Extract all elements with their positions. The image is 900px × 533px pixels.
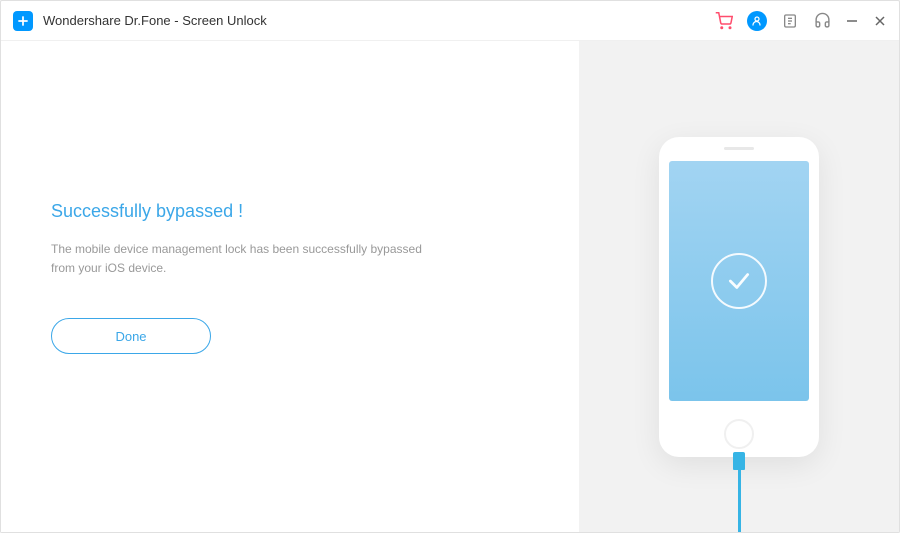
app-window: Wondershare Dr.Fone - Screen Unlock (0, 0, 900, 533)
status-description: The mobile device management lock has be… (51, 240, 431, 278)
status-heading: Successfully bypassed ! (51, 201, 529, 222)
titlebar-actions (715, 11, 887, 31)
user-icon[interactable] (747, 11, 767, 31)
done-button-label: Done (115, 329, 146, 344)
minimize-button[interactable] (845, 14, 859, 28)
content-area: Successfully bypassed ! The mobile devic… (1, 41, 899, 532)
cart-icon[interactable] (715, 12, 733, 30)
close-button[interactable] (873, 14, 887, 28)
phone-illustration (659, 137, 819, 457)
right-panel (579, 41, 899, 532)
cable-illustration (729, 452, 749, 532)
phone-screen (669, 161, 809, 401)
feedback-icon[interactable] (781, 12, 799, 30)
left-panel: Successfully bypassed ! The mobile devic… (1, 41, 579, 532)
support-icon[interactable] (813, 12, 831, 30)
app-title: Wondershare Dr.Fone - Screen Unlock (43, 13, 715, 28)
cable-wire (738, 470, 741, 532)
done-button[interactable]: Done (51, 318, 211, 354)
phone-speaker (724, 147, 754, 150)
app-logo-icon (13, 11, 33, 31)
cable-connector (733, 452, 745, 470)
phone-home-button (724, 419, 754, 449)
titlebar: Wondershare Dr.Fone - Screen Unlock (1, 1, 899, 41)
checkmark-icon (711, 253, 767, 309)
